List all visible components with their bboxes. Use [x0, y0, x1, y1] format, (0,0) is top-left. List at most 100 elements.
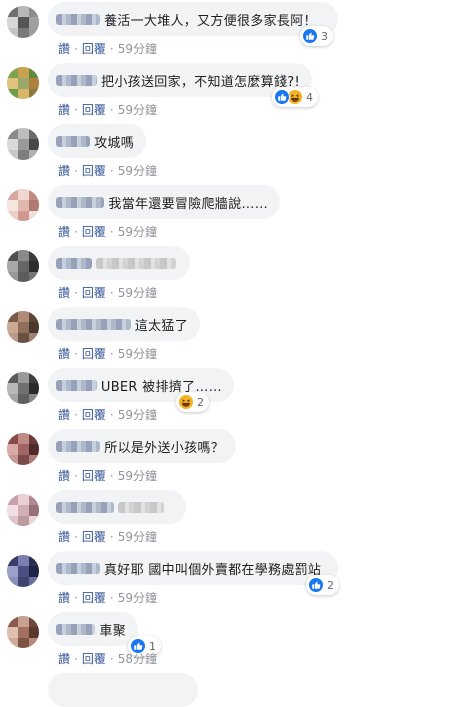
- comment-text: 養活一大堆人，又方便很多家長阿！: [104, 13, 317, 29]
- separator-dot: ·: [74, 529, 78, 544]
- reply-link[interactable]: 回覆: [82, 223, 106, 240]
- timestamp[interactable]: 59分鐘: [118, 406, 157, 423]
- comment-actions: 讚 · 回覆 · 59分鐘: [58, 162, 157, 179]
- reply-link[interactable]: 回覆: [82, 162, 106, 179]
- commenter-name[interactable]: [56, 74, 98, 86]
- timestamp[interactable]: 59分鐘: [118, 589, 157, 606]
- like-link[interactable]: 讚: [58, 650, 70, 667]
- like-icon: [308, 577, 324, 593]
- comment-text: 我當年還要冒險爬牆說……: [108, 196, 268, 212]
- comment-bubble: 車聚: [48, 612, 138, 646]
- like-link[interactable]: 讚: [58, 40, 70, 57]
- comment-item: 車聚 1 讚 · 回覆 · 58分鐘: [0, 612, 473, 673]
- separator-dot: ·: [74, 224, 78, 239]
- commenter-name[interactable]: [56, 440, 101, 452]
- timestamp[interactable]: 59分鐘: [118, 345, 157, 362]
- separator-dot: ·: [109, 651, 114, 666]
- avatar[interactable]: [7, 311, 39, 343]
- reactions-summary[interactable]: 2: [306, 575, 339, 595]
- separator-dot: ·: [74, 102, 78, 117]
- like-link[interactable]: 讚: [58, 345, 70, 362]
- reply-link[interactable]: 回覆: [82, 528, 106, 545]
- reply-link[interactable]: 回覆: [82, 284, 106, 301]
- avatar[interactable]: [7, 67, 39, 99]
- like-icon: [274, 89, 290, 105]
- timestamp[interactable]: 59分鐘: [118, 528, 157, 545]
- commenter-name[interactable]: [56, 562, 100, 574]
- comment-bubble: 我當年還要冒險爬牆說……: [48, 185, 280, 219]
- comment-bubble-partial: [48, 673, 198, 707]
- comment-text-blurred: [96, 257, 176, 269]
- timestamp[interactable]: 59分鐘: [118, 162, 157, 179]
- like-link[interactable]: 讚: [58, 467, 70, 484]
- avatar[interactable]: [7, 555, 39, 587]
- like-link[interactable]: 讚: [58, 101, 70, 118]
- separator-dot: ·: [109, 590, 114, 605]
- comment-item: 攻城嗎讚 · 回覆 · 59分鐘: [0, 124, 473, 185]
- commenter-name[interactable]: [56, 257, 92, 269]
- separator-dot: ·: [109, 163, 114, 178]
- separator-dot: ·: [74, 407, 78, 422]
- comment-bubble: 所以是外送小孩嗎？: [48, 429, 236, 463]
- comment-item: 我當年還要冒險爬牆說…… 讚 · 回覆 · 59分鐘: [0, 185, 473, 246]
- commenter-name[interactable]: [56, 135, 91, 147]
- reply-link[interactable]: 回覆: [82, 589, 106, 606]
- reply-link[interactable]: 回覆: [82, 406, 106, 423]
- commenter-name[interactable]: [56, 379, 97, 391]
- commenter-name[interactable]: [56, 196, 105, 208]
- comment-bubble: [48, 246, 190, 280]
- separator-dot: ·: [109, 224, 114, 239]
- reply-link[interactable]: 回覆: [82, 650, 106, 667]
- comment-bubble: 這太猛了: [48, 307, 200, 341]
- separator-dot: ·: [74, 590, 78, 605]
- comment-actions: 讚 · 回覆 · 59分鐘: [58, 345, 157, 362]
- reaction-count: 2: [197, 395, 204, 409]
- avatar[interactable]: [7, 372, 39, 404]
- timestamp[interactable]: 59分鐘: [118, 284, 157, 301]
- like-link[interactable]: 讚: [58, 528, 70, 545]
- reactions-summary[interactable]: 3: [300, 26, 333, 46]
- like-link[interactable]: 讚: [58, 284, 70, 301]
- avatar[interactable]: [7, 6, 39, 38]
- comment-actions: 讚 · 回覆 · 59分鐘: [58, 40, 157, 57]
- separator-dot: ·: [74, 285, 78, 300]
- timestamp[interactable]: 59分鐘: [118, 101, 157, 118]
- like-link[interactable]: 讚: [58, 223, 70, 240]
- avatar[interactable]: [7, 616, 39, 648]
- like-link[interactable]: 讚: [58, 589, 70, 606]
- avatar[interactable]: [7, 189, 39, 221]
- avatar[interactable]: [7, 128, 39, 160]
- avatar[interactable]: [7, 433, 39, 465]
- reply-link[interactable]: 回覆: [82, 467, 106, 484]
- comment-text: 車聚: [99, 623, 126, 639]
- reply-link[interactable]: 回覆: [82, 345, 106, 362]
- commenter-name[interactable]: [56, 501, 114, 513]
- timestamp[interactable]: 59分鐘: [118, 40, 157, 57]
- separator-dot: ·: [74, 41, 78, 56]
- comment-item: 讚 · 回覆 · 59分鐘: [0, 246, 473, 307]
- commenter-name[interactable]: [56, 318, 131, 330]
- comment-item: 養活一大堆人，又方便很多家長阿！ 3 讚 · 回覆 · 59分鐘: [0, 2, 473, 63]
- like-link[interactable]: 讚: [58, 162, 70, 179]
- like-link[interactable]: 讚: [58, 406, 70, 423]
- avatar[interactable]: [7, 250, 39, 282]
- separator-dot: ·: [109, 468, 114, 483]
- reply-link[interactable]: 回覆: [82, 40, 106, 57]
- comment-text: UBER 被排擠了……: [100, 379, 222, 395]
- commenter-name[interactable]: [56, 623, 96, 635]
- avatar[interactable]: [7, 494, 39, 526]
- comment-bubble: 攻城嗎: [48, 124, 146, 158]
- comment-bubble: 養活一大堆人，又方便很多家長阿！: [48, 2, 338, 36]
- comment-text: 把小孩送回家，不知道怎麼算錢?!: [101, 74, 300, 90]
- commenter-name[interactable]: [56, 13, 100, 25]
- timestamp[interactable]: 59分鐘: [118, 223, 157, 240]
- comment-text-blurred: [118, 501, 164, 513]
- reaction-count: 3: [321, 29, 328, 43]
- separator-dot: ·: [109, 407, 114, 422]
- comment-item: 把小孩送回家，不知道怎麼算錢?! 4 讚 · 回覆 · 59分鐘: [0, 63, 473, 124]
- timestamp[interactable]: 59分鐘: [118, 467, 157, 484]
- reactions-summary[interactable]: 4: [272, 87, 318, 107]
- comment-actions: 讚 · 回覆 · 59分鐘: [58, 467, 157, 484]
- reactions-summary[interactable]: 2: [176, 392, 209, 412]
- reply-link[interactable]: 回覆: [82, 101, 106, 118]
